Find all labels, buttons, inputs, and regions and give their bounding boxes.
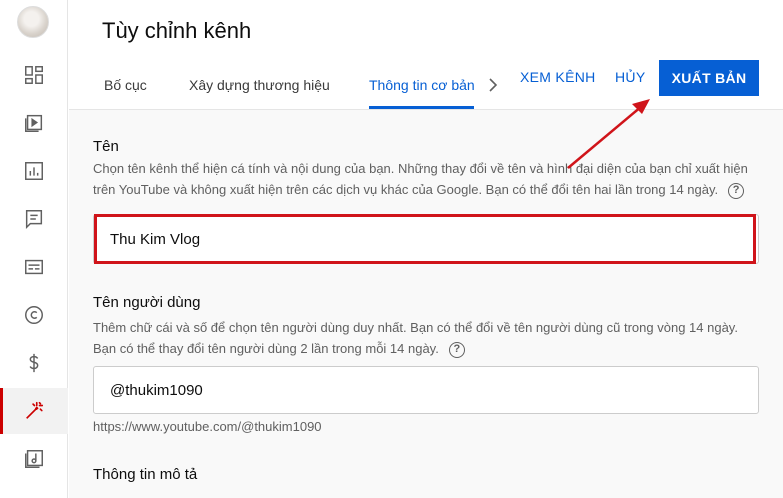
tab-layout[interactable]: Bố cục [104,77,147,93]
subtitles-icon [25,259,43,275]
avatar[interactable] [17,6,49,38]
tab-basic-info[interactable]: Thông tin cơ bản [369,77,475,93]
publish-button[interactable]: XUẤT BẢN [659,60,759,96]
name-section-title: Tên [93,138,119,155]
handle-section-description: Thêm chữ cái và số để chọn tên người dùn… [93,317,761,359]
sidebar [0,0,68,498]
handle-input[interactable]: @thukim1090 [93,366,759,414]
cancel-button[interactable]: HỦY [615,69,645,85]
name-description-text: Chọn tên kênh thể hiện cá tính và nội du… [93,161,748,197]
channel-name-input[interactable]: Thu Kim Vlog [93,214,759,264]
channel-url: https://www.youtube.com/@thukim1090 [93,419,322,434]
comments-icon [25,210,43,230]
sidebar-item-content[interactable] [0,100,68,146]
sidebar-item-copyright[interactable] [0,292,68,338]
sidebar-item-subtitles[interactable] [0,244,68,290]
page-title: Tùy chỉnh kênh [102,18,252,43]
studio-app: Tùy chỉnh kênh Bố cục Xây dựng thương hi… [0,0,783,498]
view-channel-button[interactable]: XEM KÊNH [520,69,596,85]
sidebar-item-comments[interactable] [0,196,68,242]
customization-icon [26,401,44,419]
copyright-icon [25,306,43,324]
handle-section-title: Tên người dùng [93,294,201,311]
chevron-right-icon[interactable] [486,76,500,94]
analytics-icon [25,162,43,180]
monetization-icon [29,353,39,373]
help-icon[interactable]: ? [728,182,745,199]
audio-library-icon [25,450,43,468]
handle-description-text: Thêm chữ cái và số để chọn tên người dùn… [93,320,738,356]
sidebar-item-analytics[interactable] [0,148,68,194]
sidebar-item-dashboard[interactable] [0,52,68,98]
sidebar-item-customization[interactable] [0,388,68,434]
content-icon [25,114,43,132]
sidebar-item-audio-library[interactable] [0,436,68,482]
name-section-description: Chọn tên kênh thể hiện cá tính và nội du… [93,158,761,200]
description-section-title: Thông tin mô tả [93,466,198,483]
sidebar-item-monetization[interactable] [0,340,68,386]
tab-branding[interactable]: Xây dựng thương hiệu [189,77,330,93]
dashboard-icon [25,66,43,84]
help-icon[interactable]: ? [448,341,465,358]
